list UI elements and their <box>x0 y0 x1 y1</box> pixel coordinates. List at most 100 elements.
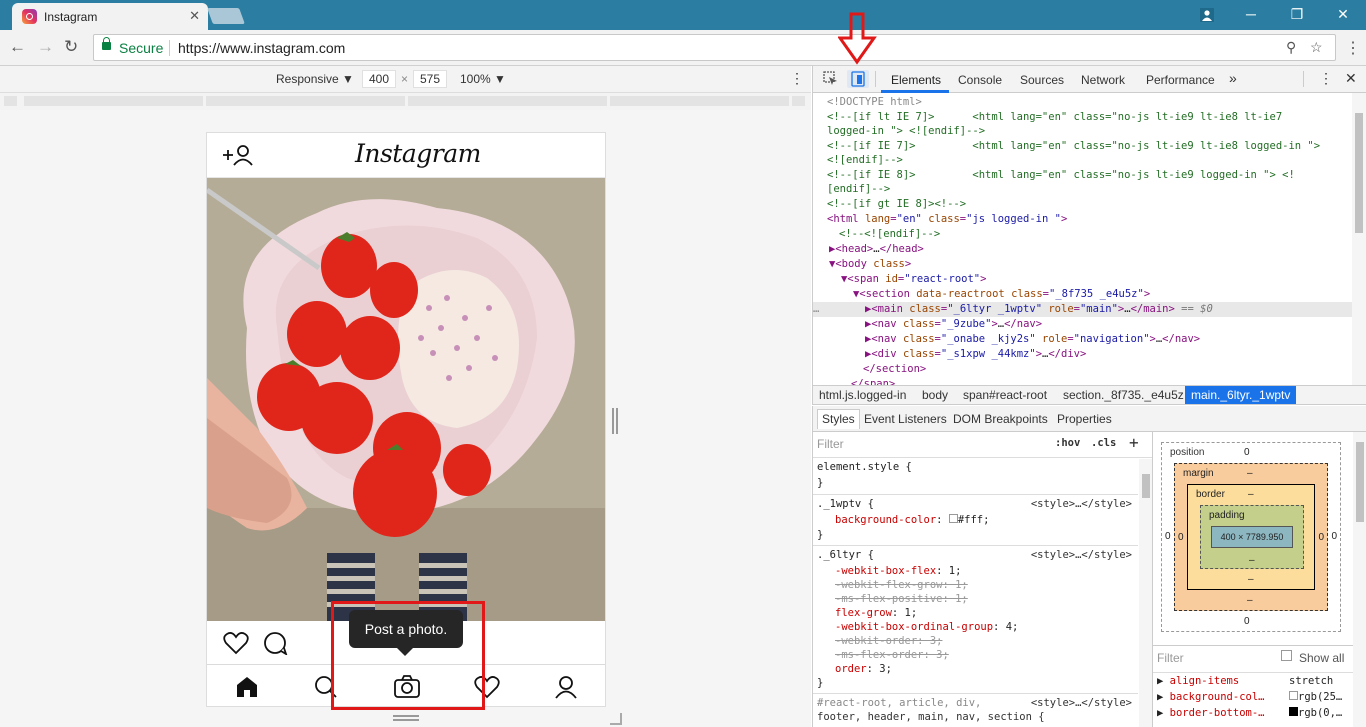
viewport-width-input[interactable]: 400 <box>362 70 396 88</box>
decl-overridden[interactable]: -webkit-flex-grow: 1; <box>835 579 968 591</box>
device-toolbar-menu-icon[interactable]: ⋮ <box>790 70 804 87</box>
viewport-height-input[interactable]: 575 <box>413 70 447 88</box>
browser-menu-icon[interactable]: ⋮ <box>1345 38 1361 58</box>
decl-background-color[interactable]: background-color: #fff; <box>835 514 989 526</box>
dom-line[interactable]: <!--[if IE 7]> <html lang="en" class="no… <box>827 140 1320 152</box>
resize-handle-right[interactable] <box>612 408 618 434</box>
breadcrumb-html[interactable]: html.js.logged-in <box>819 388 906 402</box>
box-content[interactable]: 400 × 7789.950 <box>1211 526 1293 548</box>
reload-icon[interactable]: ↻ <box>64 37 78 57</box>
comment-icon[interactable] <box>263 631 289 658</box>
rule-element-style[interactable]: element.style { <box>817 461 912 473</box>
computed-row[interactable]: ▶ background-col… <box>1157 691 1264 703</box>
restore-button[interactable]: ❐ <box>1274 0 1320 30</box>
decl[interactable]: order: 3; <box>835 663 892 675</box>
new-style-rule-icon[interactable]: + <box>1129 433 1139 452</box>
computed-filter-input[interactable]: Filter <box>1157 651 1184 665</box>
dom-line[interactable]: </span> <box>851 378 895 385</box>
minimize-button[interactable]: ─ <box>1228 0 1274 30</box>
dom-line[interactable]: </section> <box>863 363 926 375</box>
dom-line-selected[interactable]: ▶<main class="_6ltyr _1wptv" role="main"… <box>865 303 1213 315</box>
dom-line[interactable]: ▶<head>…</head> <box>829 243 924 255</box>
home-icon[interactable] <box>235 675 259 702</box>
dom-line[interactable]: <!--[if lt IE 7]> <html lang="en" class=… <box>827 111 1282 123</box>
omnibox[interactable]: Secure https://www.instagram.com ⚲ ☆ <box>93 34 1336 61</box>
profile-icon[interactable] <box>554 675 578 702</box>
browser-tab-instagram[interactable]: Instagram ✕ <box>12 3 208 30</box>
post-photo[interactable] <box>207 178 605 621</box>
close-devtools-icon[interactable]: ✕ <box>1345 70 1357 87</box>
media-query-ruler[interactable] <box>0 93 811 110</box>
computed-row[interactable]: ▶ border-bottom-… <box>1157 707 1264 719</box>
computed-scrollbar[interactable] <box>1353 432 1366 727</box>
computed-row[interactable]: ▶ align-items <box>1157 675 1239 687</box>
toggle-device-toolbar-icon[interactable] <box>847 70 869 88</box>
subtab-properties[interactable]: Properties <box>1057 412 1112 426</box>
decl-overridden[interactable]: -ms-flex-order: 3; <box>835 649 949 661</box>
dom-line[interactable]: ▶<div class="_s1xpw _44kmz">…</div> <box>865 348 1086 360</box>
tab-network[interactable]: Network <box>1081 73 1125 87</box>
box-border[interactable]: border – – padding – 400 × 7789.950 <box>1187 484 1315 590</box>
forward-arrow-icon[interactable]: → <box>37 37 54 57</box>
bookmark-star-icon[interactable]: ☆ <box>1310 39 1323 56</box>
breadcrumb-main-selected[interactable]: main._6ltyr._1wptv <box>1185 386 1297 404</box>
styles-filter-input[interactable]: Filter <box>817 437 844 451</box>
tab-performance[interactable]: Performance <box>1146 73 1215 87</box>
dom-line[interactable]: <!--[if gt IE 8]><!--> <box>827 198 966 210</box>
box-padding[interactable]: padding – 400 × 7789.950 <box>1200 505 1304 569</box>
back-arrow-icon[interactable]: ← <box>9 37 26 57</box>
dom-line[interactable]: <html lang="en" class="js logged-in "> <box>827 213 1067 225</box>
zoom-select[interactable]: 100% ▼ <box>460 72 506 86</box>
dom-line[interactable]: ▼<span id="react-root"> <box>841 273 986 285</box>
resize-handle-bottom[interactable] <box>393 715 419 721</box>
inspect-element-icon[interactable] <box>823 71 838 89</box>
url-text[interactable]: https://www.instagram.com <box>178 40 345 56</box>
styles-scrollbar[interactable] <box>1139 459 1152 727</box>
instagram-logo[interactable]: Instagram <box>355 139 481 168</box>
elements-dom-tree[interactable]: <!DOCTYPE html> <!--[if lt IE 7]> <html … <box>812 93 1366 385</box>
decl[interactable]: -webkit-box-ordinal-group: 4; <box>835 621 1018 633</box>
dom-line[interactable]: <!--<![endif]--> <box>839 228 940 240</box>
tab-console[interactable]: Console <box>958 73 1002 87</box>
subtab-event-listeners[interactable]: Event Listeners <box>864 412 947 426</box>
profile-icon[interactable] <box>1186 0 1228 30</box>
close-window-button[interactable]: ✕ <box>1320 0 1366 30</box>
show-all-checkbox[interactable] <box>1281 650 1292 661</box>
tab-elements[interactable]: Elements <box>891 73 941 87</box>
box-position[interactable]: position 0 0 0 0 margin – 0 0 – border –… <box>1161 442 1341 632</box>
dom-line[interactable]: ▶<nav class="_onabe _kjy2s" role="naviga… <box>865 333 1200 345</box>
rule-6ltyr[interactable]: ._6ltyr { <box>817 549 874 561</box>
new-tab-button[interactable] <box>207 8 245 24</box>
close-tab-icon[interactable]: ✕ <box>189 8 200 24</box>
style-source[interactable]: <style>…</style> <box>1031 549 1132 561</box>
dom-line[interactable]: ▶<nav class="_9zube">…</nav> <box>865 318 1042 330</box>
dom-line[interactable]: <!DOCTYPE html> <box>827 96 922 108</box>
resize-handle-corner[interactable] <box>610 713 622 725</box>
pin-icon[interactable]: ⚲ <box>1286 39 1296 56</box>
subtab-styles[interactable]: Styles <box>817 409 860 429</box>
breadcrumb-section[interactable]: section._8f735._e4u5z <box>1063 388 1184 402</box>
like-heart-icon[interactable] <box>223 631 249 658</box>
style-source[interactable]: <style>…</style> <box>1031 697 1132 709</box>
style-source[interactable]: <style>…</style> <box>1031 498 1132 510</box>
tab-sources[interactable]: Sources <box>1020 73 1064 87</box>
devtools-menu-icon[interactable]: ⋮ <box>1319 70 1333 87</box>
dom-line[interactable]: <!--[if IE 8]> <html lang="en" class="no… <box>827 169 1295 181</box>
decl-overridden[interactable]: -ms-flex-positive: 1; <box>835 593 968 605</box>
rule-1wptv[interactable]: ._1wptv { <box>817 498 874 510</box>
rule-react-root-cont[interactable]: footer, header, main, nav, section { <box>817 711 1045 723</box>
decl-overridden[interactable]: -webkit-order: 3; <box>835 635 942 647</box>
dom-line[interactable]: ▼<body class> <box>829 258 911 270</box>
add-person-icon[interactable] <box>221 143 255 170</box>
hov-toggle[interactable]: :hov <box>1055 437 1080 449</box>
cls-toggle[interactable]: .cls <box>1091 437 1116 449</box>
device-mode-select[interactable]: Responsive ▼ <box>276 72 354 86</box>
dom-tree-scrollbar[interactable] <box>1352 93 1366 385</box>
box-margin[interactable]: margin – 0 0 – border – – padding – 400 … <box>1174 463 1328 611</box>
more-tabs-icon[interactable]: » <box>1229 70 1237 86</box>
subtab-dom-breakpoints[interactable]: DOM Breakpoints <box>953 412 1048 426</box>
breadcrumb-react-root[interactable]: span#react-root <box>963 388 1047 402</box>
decl[interactable]: flex-grow: 1; <box>835 607 917 619</box>
decl[interactable]: -webkit-box-flex: 1; <box>835 565 961 577</box>
rule-react-root[interactable]: #react-root, article, div, <box>817 697 981 709</box>
